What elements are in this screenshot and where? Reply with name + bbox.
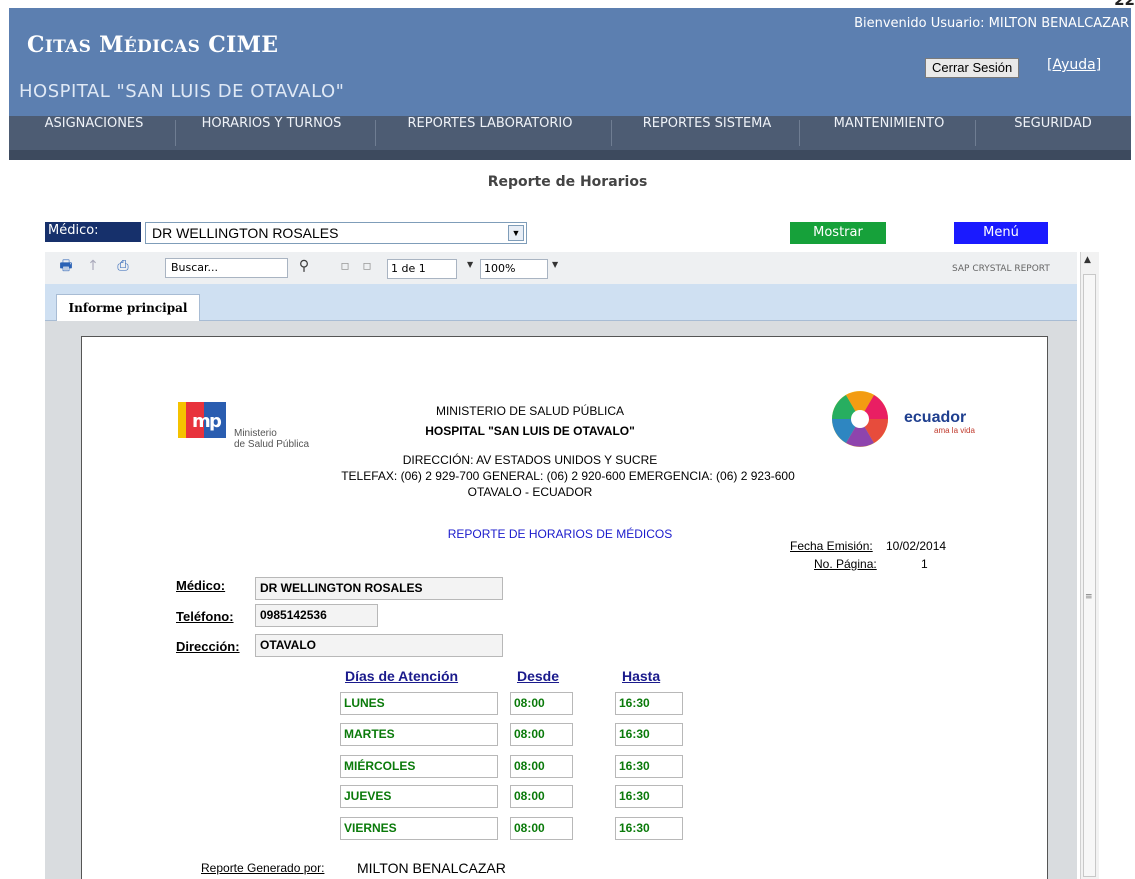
scroll-thumb[interactable] (1083, 274, 1096, 877)
menu-mantenimiento[interactable]: MANTENIMIENTO (805, 116, 973, 150)
day-cell: LUNES (340, 692, 498, 715)
svg-text:m: m (192, 411, 211, 432)
page-number-label: No. Página: (814, 557, 877, 571)
msp-logo: m p (178, 402, 226, 438)
ministry-name: MINISTERIO DE SALUD PÚBLICA (435, 404, 625, 418)
generated-by-label: Reporte Generado por: (201, 861, 325, 875)
page-title: Reporte de Horarios (487, 174, 648, 190)
issue-date: 10/02/2014 (886, 539, 947, 553)
to-cell: 16:30 (615, 817, 683, 840)
msp-logo-text: Ministerio de Salud Pública (234, 428, 310, 450)
ecuador-logo (832, 391, 888, 447)
tab-informe-principal[interactable]: Informe principal (56, 294, 200, 321)
search-input[interactable]: Buscar... (165, 258, 288, 278)
from-cell: 08:00 (510, 755, 573, 778)
generated-by: MILTON BENALCAZAR (357, 860, 506, 876)
prev-page-icon[interactable]: ▫ (334, 256, 356, 276)
scroll-up-icon[interactable]: ▲ (1084, 255, 1091, 265)
address-field-label: Dirección: (176, 639, 240, 654)
help-link[interactable]: [Ayuda] (1047, 57, 1101, 73)
menu-button[interactable]: Menú (954, 222, 1048, 244)
hospital-address: DIRECCIÓN: AV ESTADOS UNIDOS Y SUCRE (402, 453, 658, 467)
day-cell: MIÉRCOLES (340, 755, 498, 778)
issue-date-label: Fecha Emisión: (790, 539, 873, 553)
menu-reportes-laboratorio[interactable]: REPORTES LABORATORIO (385, 116, 595, 150)
day-cell: JUEVES (340, 785, 498, 808)
report-hospital-name: HOSPITAL "SAN LUIS DE OTAVALO" (425, 424, 635, 438)
from-cell: 08:00 (510, 785, 573, 808)
logout-button[interactable]: Cerrar Sesión (925, 58, 1020, 78)
doctor-field-label: Médico: (176, 578, 226, 593)
chevron-down-icon[interactable]: ▼ (467, 260, 473, 269)
app-title: CITAS MÉDICAS CIME (27, 32, 279, 58)
address-field: OTAVALO (255, 634, 503, 657)
export-icon[interactable]: ⎙ (112, 256, 134, 276)
page-navigator[interactable]: 1 de 1 (387, 259, 457, 279)
from-cell: 08:00 (510, 692, 573, 715)
from-cell: 08:00 (510, 817, 573, 840)
report-heading: REPORTE DE HORARIOS DE MÉDICOS (447, 527, 673, 541)
menu-horarios-turnos[interactable]: HORARIOS Y TURNOS (179, 116, 364, 150)
vertical-scrollbar[interactable]: ▲ ≡ (1080, 252, 1099, 879)
day-cell: MARTES (340, 723, 498, 746)
column-to: Hasta (622, 668, 661, 684)
from-cell: 08:00 (510, 723, 573, 746)
menu-asignaciones[interactable]: ASIGNACIONES (19, 116, 169, 150)
to-cell: 16:30 (615, 723, 683, 746)
menu-underbar (9, 150, 1131, 160)
zoom-select[interactable]: 100% (480, 259, 548, 279)
doctor-select[interactable]: DR WELLINGTON ROSALES ▼ (145, 222, 527, 244)
column-from: Desde (517, 668, 560, 684)
viewer-brand: SAP CRYSTAL REPORT (952, 264, 1050, 274)
chevron-down-icon[interactable]: ▼ (508, 225, 524, 241)
to-cell: 16:30 (615, 692, 683, 715)
menu-seguridad[interactable]: SEGURIDAD (983, 116, 1123, 150)
main-menu: ASIGNACIONES HORARIOS Y TURNOS REPORTES … (9, 116, 1131, 151)
svg-text:p: p (209, 411, 222, 432)
binoculars-icon[interactable]: ⚲ (293, 256, 315, 276)
print-icon[interactable]: 🖶 (55, 256, 77, 276)
to-cell: 16:30 (615, 755, 683, 778)
welcome-message: Bienvenido Usuario: MILTON BENALCAZAR (854, 16, 1129, 31)
doctor-field: DR WELLINGTON ROSALES (255, 577, 503, 600)
menu-reportes-sistema[interactable]: REPORTES SISTEMA (617, 116, 797, 150)
scroll-grip-icon: ≡ (1085, 592, 1093, 602)
hospital-city: OTAVALO - ECUADOR (467, 485, 593, 499)
column-days: Días de Atención (345, 668, 459, 684)
next-page-icon[interactable]: ▫ (356, 256, 378, 276)
show-button[interactable]: Mostrar (790, 222, 886, 244)
phone-field-label: Teléfono: (176, 609, 234, 624)
to-cell: 16:30 (615, 785, 683, 808)
chevron-down-icon[interactable]: ▼ (552, 260, 558, 269)
hospital-name: HOSPITAL "SAN LUIS DE OTAVALO" (19, 81, 345, 102)
doctor-label: Médico: (45, 222, 141, 242)
ecuador-logo-slogan: ama la vida (934, 426, 975, 435)
day-cell: VIERNES (340, 817, 498, 840)
hospital-phones: TELEFAX: (06) 2 929-700 GENERAL: (06) 2 … (341, 469, 795, 483)
phone-field: 0985142536 (255, 604, 378, 627)
export-up-icon[interactable]: ↑ (82, 256, 104, 276)
ecuador-logo-text: ecuador (904, 409, 967, 426)
page-number: 1 (921, 557, 928, 571)
